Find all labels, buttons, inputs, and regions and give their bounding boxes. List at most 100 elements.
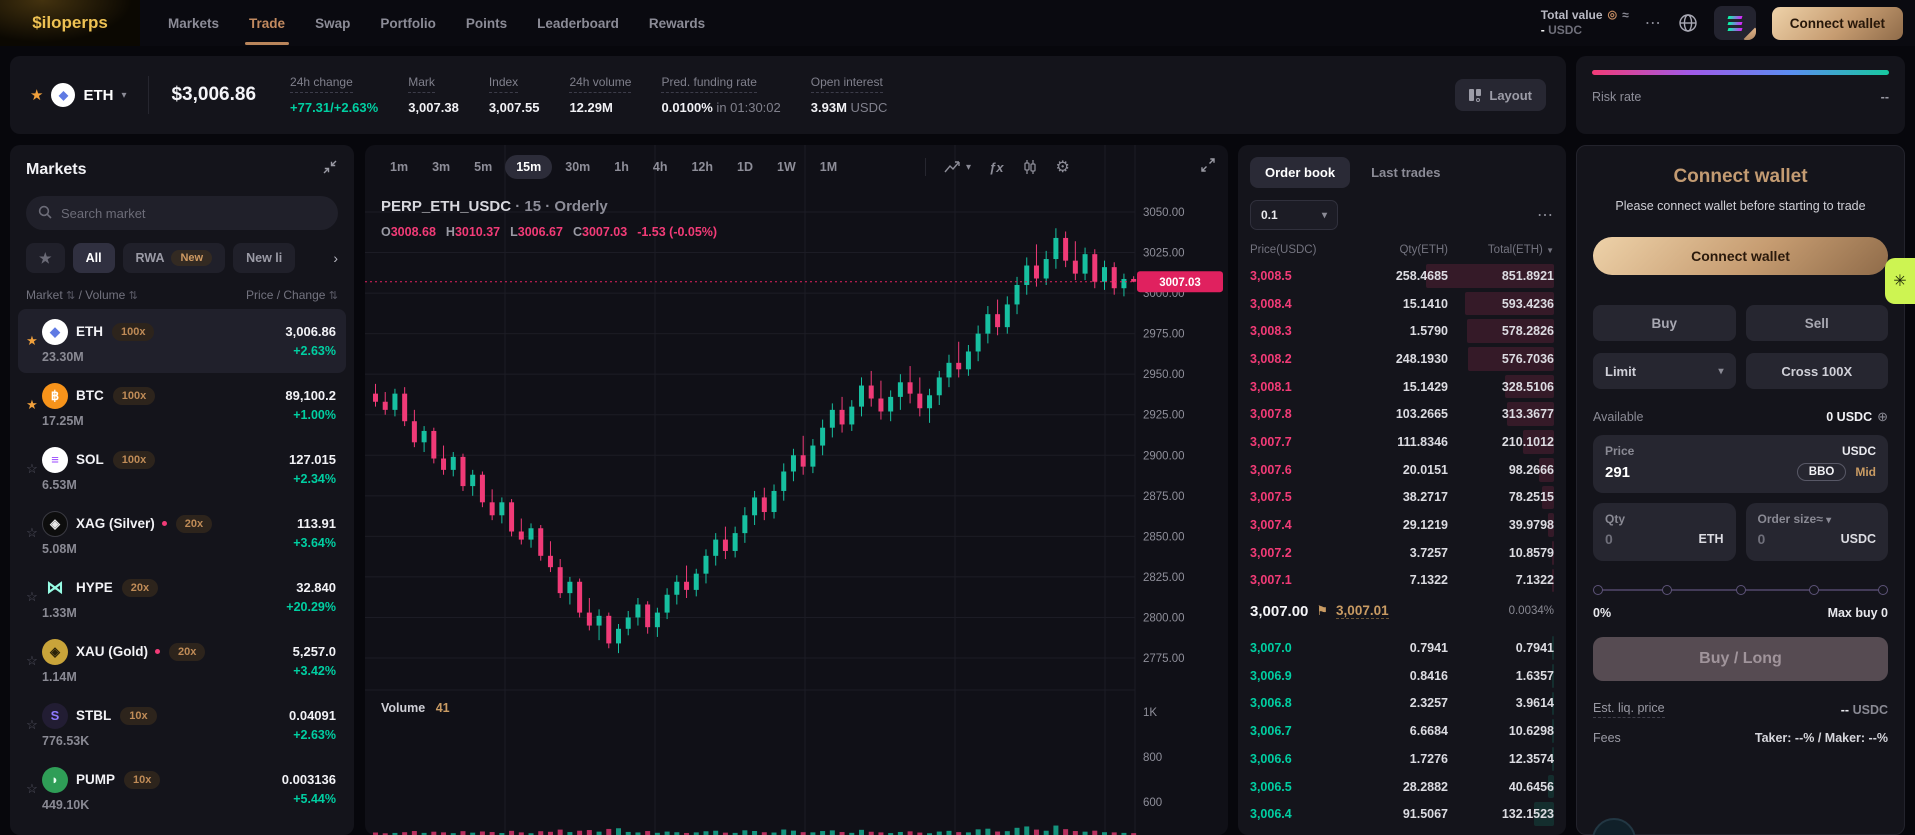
- ask-row[interactable]: 3,007.5 38.2717 78.2515: [1250, 484, 1554, 512]
- quantity-slider[interactable]: [1593, 585, 1888, 595]
- nav-item-portfolio[interactable]: Portfolio: [380, 16, 436, 31]
- timeframe-3m[interactable]: 3m: [421, 155, 461, 179]
- timeframe-12h[interactable]: 12h: [680, 155, 724, 179]
- timeframe-30m[interactable]: 30m: [554, 155, 601, 179]
- slider-stop-25[interactable]: [1661, 585, 1672, 595]
- slider-stop-75[interactable]: [1809, 585, 1820, 595]
- ask-row[interactable]: 3,008.4 15.1410 593.4236: [1250, 290, 1554, 318]
- ask-row[interactable]: 3,007.2 3.7257 10.8579: [1250, 539, 1554, 567]
- connect-wallet-button-top[interactable]: Connect wallet: [1771, 6, 1903, 40]
- order-type-select[interactable]: Limit ▾: [1593, 353, 1736, 389]
- favorite-star-icon[interactable]: ☆: [22, 589, 42, 605]
- app-logo[interactable]: $iloperps: [0, 0, 140, 46]
- market-row-xau[interactable]: ☆ ◈ XAU (Gold) 20x 1.14M 5,257.0 +3.42%: [18, 629, 346, 693]
- sell-tab[interactable]: Sell: [1745, 305, 1888, 341]
- qty-input[interactable]: Qty 0 ETH: [1593, 503, 1736, 561]
- slider-stop-0[interactable]: [1593, 585, 1603, 595]
- solana-network-button[interactable]: [1713, 6, 1756, 40]
- buy-long-button[interactable]: Buy / Long: [1593, 637, 1888, 681]
- bbo-button[interactable]: BBO: [1796, 463, 1847, 481]
- bid-row[interactable]: 3,007.0 0.7941 0.7941: [1250, 634, 1554, 662]
- more-menu-icon[interactable]: ⋯: [1645, 13, 1662, 33]
- chart-settings-gear-icon[interactable]: ⚙: [1056, 157, 1070, 177]
- tab-last-trades[interactable]: Last trades: [1356, 157, 1455, 188]
- floating-asterisk-widget[interactable]: ✳: [1885, 258, 1915, 304]
- timeframe-1m[interactable]: 1m: [379, 155, 419, 179]
- visibility-toggle-icon[interactable]: ◎: [1608, 8, 1618, 23]
- tab-order-book[interactable]: Order book: [1250, 157, 1351, 188]
- tick-size-select[interactable]: 0.1 ▾: [1250, 200, 1338, 230]
- market-row-stbl[interactable]: ☆ S STBL 10x 776.53K 0.04091 +2.63%: [18, 693, 346, 757]
- language-globe-icon[interactable]: [1678, 13, 1698, 33]
- price-input[interactable]: Price USDC 291 BBO Mid: [1593, 435, 1888, 493]
- bid-row[interactable]: 3,006.9 0.8416 1.6357: [1250, 662, 1554, 690]
- nav-item-leaderboard[interactable]: Leaderboard: [537, 16, 619, 31]
- favorite-star-icon[interactable]: ☆: [22, 653, 42, 669]
- tabs-scroll-right-icon[interactable]: ›: [312, 243, 338, 273]
- price-input-value[interactable]: 291: [1605, 464, 1630, 481]
- slider-stop-100[interactable]: [1878, 585, 1888, 595]
- nav-item-markets[interactable]: Markets: [168, 16, 219, 31]
- connect-wallet-button[interactable]: Connect wallet: [1593, 237, 1888, 275]
- ask-row[interactable]: 3,007.4 29.1219 39.9798: [1250, 511, 1554, 539]
- timeframe-4h[interactable]: 4h: [642, 155, 679, 179]
- indicators-icon[interactable]: ƒx: [989, 160, 1003, 175]
- timeframe-1h[interactable]: 1h: [603, 155, 640, 179]
- nav-item-swap[interactable]: Swap: [315, 16, 350, 31]
- ask-row[interactable]: 3,008.5 258.4685 851.8921: [1250, 262, 1554, 290]
- tab-favorites[interactable]: ★: [26, 243, 65, 273]
- expand-chart-icon[interactable]: [1200, 157, 1216, 178]
- timeframe-15m[interactable]: 15m: [505, 155, 553, 179]
- favorite-star-icon[interactable]: ★: [22, 397, 42, 413]
- favorite-star-icon[interactable]: ★: [22, 333, 42, 349]
- timeframe-5m[interactable]: 5m: [463, 155, 503, 179]
- mid-button[interactable]: Mid: [1855, 465, 1876, 479]
- order-size-value[interactable]: 0: [1758, 531, 1766, 547]
- qty-input-value[interactable]: 0: [1605, 531, 1613, 547]
- leverage-button[interactable]: Cross 100X: [1745, 353, 1888, 389]
- market-row-pump[interactable]: ☆ ◗ PUMP 10x 449.10K 0.003136 +5.44%: [18, 757, 346, 821]
- col-total[interactable]: Total(ETH) ▼: [1448, 244, 1554, 256]
- bid-row[interactable]: 3,006.8 2.3257 3.9614: [1250, 690, 1554, 718]
- buy-tab[interactable]: Buy: [1593, 305, 1736, 341]
- market-row-eth[interactable]: ★ ◆ ETH 100x 23.30M 3,006.86 +2.63%: [18, 309, 346, 373]
- order-size-input[interactable]: Order size≈ ▾ 0 USDC: [1745, 503, 1888, 561]
- timeframe-1W[interactable]: 1W: [766, 155, 807, 179]
- search-market-input[interactable]: Search market: [26, 196, 338, 230]
- deposit-plus-icon[interactable]: ⊕: [1877, 409, 1888, 424]
- ask-row[interactable]: 3,008.2 248.1930 576.7036: [1250, 345, 1554, 373]
- market-row-sol[interactable]: ☆ ≡ SOL 100x 6.53M 127.015 +2.34%: [18, 437, 346, 501]
- ask-row[interactable]: 3,007.7 111.8346 210.1012: [1250, 428, 1554, 456]
- symbol-selector[interactable]: ★ ◆ ETH ▾: [30, 83, 126, 107]
- candles-icon[interactable]: [1022, 159, 1038, 175]
- bid-row[interactable]: 3,006.5 28.2882 40.6456: [1250, 773, 1554, 801]
- nav-item-trade[interactable]: Trade: [245, 16, 290, 45]
- tab-all[interactable]: All: [72, 243, 115, 273]
- ask-row[interactable]: 3,008.1 15.1429 328.5106: [1250, 373, 1554, 401]
- ask-row[interactable]: 3,007.1 7.1322 7.1322: [1250, 567, 1554, 595]
- bid-row[interactable]: 3,006.4 91.5067 132.1523: [1250, 800, 1554, 828]
- timeframe-1D[interactable]: 1D: [726, 155, 764, 179]
- col-market[interactable]: Market: [26, 288, 63, 302]
- collapse-panel-icon[interactable]: [322, 159, 338, 180]
- tab-rwa[interactable]: RWA New: [122, 243, 226, 273]
- mark-price[interactable]: 3,007.01: [1336, 603, 1389, 620]
- favorite-star-icon[interactable]: ☆: [22, 461, 42, 477]
- bid-row[interactable]: 3,006.7 6.6684 10.6298: [1250, 717, 1554, 745]
- market-row-xag[interactable]: ☆ ◈ XAG (Silver) 20x 5.08M 113.91 +3.64%: [18, 501, 346, 565]
- timeframe-1M[interactable]: 1M: [809, 155, 848, 179]
- line-chart-style-icon[interactable]: ▾: [944, 160, 971, 174]
- market-row-btc[interactable]: ★ ฿ BTC 100x 17.25M 89,100.2 +1.00%: [18, 373, 346, 437]
- bid-row[interactable]: 3,006.6 1.7276 12.3574: [1250, 745, 1554, 773]
- slider-stop-50[interactable]: [1735, 585, 1746, 595]
- col-volume[interactable]: / Volume: [79, 288, 126, 302]
- layout-button[interactable]: Layout: [1455, 79, 1546, 111]
- favorite-star-icon[interactable]: ☆: [22, 717, 42, 733]
- nav-item-rewards[interactable]: Rewards: [649, 16, 705, 31]
- col-price-change[interactable]: Price / Change: [246, 288, 325, 302]
- market-row-hype[interactable]: ☆ ⋈ HYPE 20x 1.33M 32.840 +20.29%: [18, 565, 346, 629]
- orderbook-more-icon[interactable]: ⋯: [1537, 205, 1554, 225]
- ask-row[interactable]: 3,008.3 1.5790 578.2826: [1250, 317, 1554, 345]
- favorite-star-icon[interactable]: ☆: [22, 525, 42, 541]
- nav-item-points[interactable]: Points: [466, 16, 507, 31]
